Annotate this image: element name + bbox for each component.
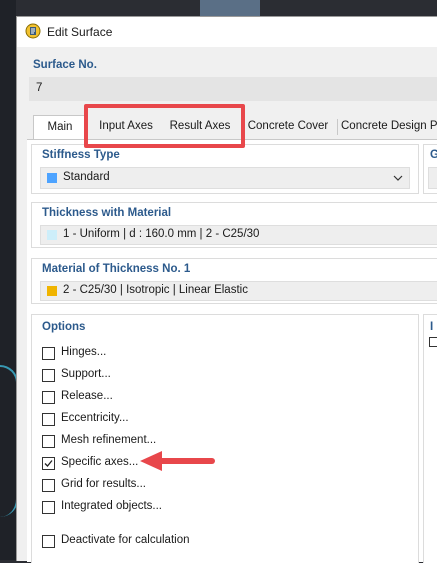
stiffness-value: Standard bbox=[63, 171, 110, 183]
edit-surface-dialog: Edit Surface Surface No. 7 Main Input Ax… bbox=[16, 16, 437, 563]
thickness-field[interactable]: 1 - Uniform | d : 160.0 mm | 2 - C25/30 bbox=[40, 225, 437, 245]
tab-separator bbox=[337, 119, 338, 135]
surface-no-label: Surface No. bbox=[33, 59, 97, 71]
tab-concrete-cover[interactable]: Concrete Cover bbox=[243, 115, 333, 137]
eccentricity-checkbox[interactable] bbox=[42, 413, 55, 426]
support-label[interactable]: Support... bbox=[61, 368, 111, 380]
tabs-highlight-box bbox=[84, 104, 245, 148]
thickness-label: Thickness with Material bbox=[42, 207, 172, 219]
right-group-top-field[interactable] bbox=[428, 167, 437, 189]
options-group: Options Hinges... Support... Release... … bbox=[31, 314, 419, 563]
background-strip bbox=[200, 0, 260, 16]
thickness-value: 1 - Uniform | d : 160.0 mm | 2 - C25/30 bbox=[63, 228, 260, 240]
surface-no-value: 7 bbox=[36, 82, 43, 94]
deactivate-label[interactable]: Deactivate for calculation bbox=[61, 534, 189, 546]
deactivate-checkbox[interactable] bbox=[42, 535, 55, 548]
material-field[interactable]: 2 - C25/30 | Isotropic | Linear Elastic bbox=[40, 281, 437, 301]
right-group-options-label: I bbox=[430, 321, 434, 333]
title-bar[interactable]: Edit Surface bbox=[17, 17, 437, 47]
release-label[interactable]: Release... bbox=[61, 390, 113, 402]
grid-for-results-checkbox[interactable] bbox=[42, 479, 55, 492]
tab-concrete-design[interactable]: Concrete Design Pro bbox=[341, 115, 437, 137]
stiffness-color-swatch bbox=[47, 173, 57, 183]
support-checkbox[interactable] bbox=[42, 369, 55, 382]
right-group-options: I bbox=[423, 314, 437, 563]
integrated-objects-label[interactable]: Integrated objects... bbox=[61, 500, 162, 512]
tab-main[interactable]: Main bbox=[33, 115, 87, 140]
release-checkbox[interactable] bbox=[42, 391, 55, 404]
specific-axes-checkbox[interactable] bbox=[42, 457, 55, 470]
surface-no-field[interactable]: 7 bbox=[29, 77, 437, 101]
thickness-color-swatch bbox=[47, 230, 57, 240]
right-group-top-label: G bbox=[430, 149, 437, 161]
hinges-label[interactable]: Hinges... bbox=[61, 346, 106, 358]
stiffness-select[interactable]: Standard bbox=[40, 167, 410, 189]
grid-for-results-label[interactable]: Grid for results... bbox=[61, 478, 146, 490]
material-value: 2 - C25/30 | Isotropic | Linear Elastic bbox=[63, 284, 248, 296]
app-icon bbox=[25, 23, 41, 39]
mesh-refinement-label[interactable]: Mesh refinement... bbox=[61, 434, 156, 446]
mesh-refinement-checkbox[interactable] bbox=[42, 435, 55, 448]
options-label: Options bbox=[42, 321, 86, 333]
chevron-down-icon bbox=[393, 175, 403, 181]
specific-axes-label[interactable]: Specific axes... bbox=[61, 456, 138, 468]
right-group-checkbox[interactable] bbox=[429, 337, 437, 347]
hinges-checkbox[interactable] bbox=[42, 347, 55, 360]
right-group-top: G bbox=[423, 144, 437, 194]
material-color-swatch bbox=[47, 286, 57, 296]
eccentricity-label[interactable]: Eccentricity... bbox=[61, 412, 129, 424]
arrow-annotation-icon bbox=[140, 451, 215, 471]
material-group: Material of Thickness No. 1 2 - C25/30 |… bbox=[31, 258, 437, 304]
integrated-objects-checkbox[interactable] bbox=[42, 501, 55, 514]
material-label: Material of Thickness No. 1 bbox=[42, 263, 191, 275]
checkmark-icon bbox=[44, 460, 53, 467]
tab-content: Stiffness Type Standard G Thickness with… bbox=[27, 139, 437, 563]
window-title: Edit Surface bbox=[47, 25, 113, 39]
thickness-group: Thickness with Material 1 - Uniform | d … bbox=[31, 202, 437, 248]
stiffness-group: Stiffness Type Standard bbox=[31, 144, 419, 194]
stiffness-label: Stiffness Type bbox=[42, 149, 120, 161]
